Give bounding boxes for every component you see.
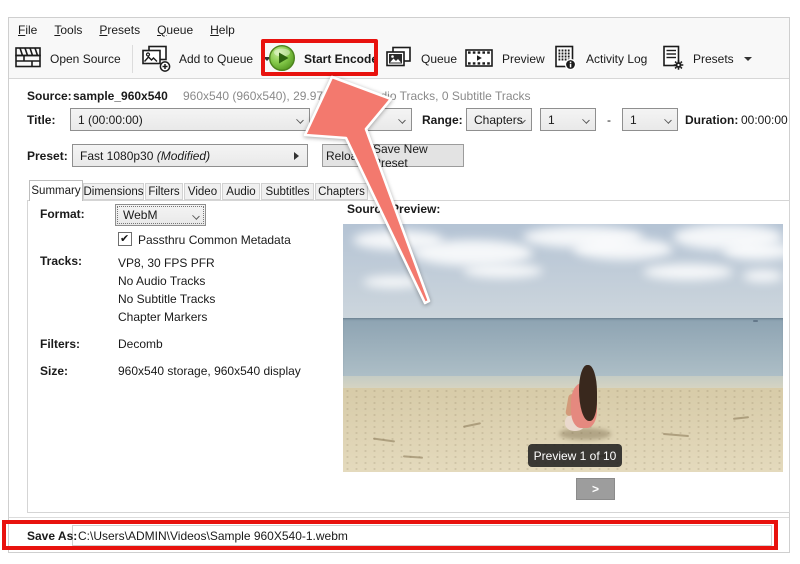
title-value: 1 (00:00:00) (78, 113, 143, 127)
save-new-preset-button[interactable]: Save New Preset (372, 144, 464, 167)
person-hair (579, 365, 597, 421)
open-source-label: Open Source (50, 52, 121, 66)
format-label: Format: (40, 207, 85, 221)
range-start-value: 1 (548, 113, 555, 127)
tab-video[interactable]: Video (184, 183, 221, 200)
passthru-metadata-label: Passthru Common Metadata (138, 233, 291, 247)
range-separator: - (607, 113, 611, 127)
track-line: No Audio Tracks (118, 272, 215, 290)
chevron-down-icon (398, 116, 406, 124)
menu-queue[interactable]: Queue (157, 23, 193, 37)
queue-icon (384, 45, 413, 74)
presets-button[interactable]: Presets (660, 42, 752, 76)
chevron-down-icon (582, 116, 590, 124)
reload-button[interactable]: Reload (322, 144, 368, 167)
activity-log-icon (553, 44, 578, 74)
title-select[interactable]: 1 (00:00:00) (70, 108, 310, 131)
menu-tools[interactable]: Tools (54, 23, 82, 37)
menu-presets[interactable]: Presets (99, 23, 140, 37)
activity-log-button[interactable]: Activity Log (553, 42, 647, 76)
angle-select[interactable] (352, 108, 412, 131)
add-to-queue-button[interactable]: Add to Queue (140, 42, 271, 76)
highlight-box-save-as (2, 520, 778, 550)
presets-gear-icon (660, 44, 685, 74)
add-to-queue-label: Add to Queue (179, 52, 253, 66)
range-end-value: 1 (630, 113, 637, 127)
person-shadow (559, 428, 611, 440)
preset-modified-flag: (Modified) (157, 149, 210, 163)
add-to-queue-icon (140, 44, 171, 75)
tab-chapters[interactable]: Chapters (315, 183, 368, 200)
preview-label: Preview (502, 52, 545, 66)
title-label: Title: (27, 113, 55, 127)
distant-swimmer (753, 320, 758, 322)
preview-count-badge: Preview 1 of 10 (528, 444, 622, 467)
reload-label: Reload (326, 149, 364, 163)
range-start-select[interactable]: 1 (540, 108, 596, 131)
duration-label: Duration: (685, 113, 738, 127)
open-source-button[interactable]: Open Source (14, 42, 121, 76)
tab-audio[interactable]: Audio (222, 183, 260, 200)
tracks-list: VP8, 30 FPS PFR No Audio Tracks No Subti… (118, 254, 215, 326)
format-value: WebM (123, 208, 157, 222)
chevron-down-icon (296, 116, 304, 124)
filters-label: Filters: (40, 337, 80, 351)
next-preview-button[interactable]: > (576, 478, 615, 500)
tab-subtitles[interactable]: Subtitles (261, 183, 314, 200)
range-label: Range: (422, 113, 463, 127)
range-type-value: Chapters (474, 113, 523, 127)
preview-filmstrip-icon (464, 46, 494, 73)
range-type-select[interactable]: Chapters (466, 108, 532, 131)
toolbar-separator (132, 45, 133, 73)
chevron-down-icon (744, 57, 752, 61)
clapperboard-icon (14, 45, 42, 73)
chevron-down-icon (192, 212, 200, 220)
chevron-right-icon (294, 152, 299, 160)
queue-button[interactable]: Queue (384, 42, 457, 76)
chevron-down-icon (664, 116, 672, 124)
menu-file[interactable]: File (18, 23, 37, 37)
tracks-label: Tracks: (40, 254, 82, 268)
activity-log-label: Activity Log (586, 52, 647, 66)
source-preview-label: Source Preview: (347, 202, 440, 216)
size-value: 960x540 storage, 960x540 display (118, 364, 301, 378)
source-label: Source: (27, 89, 72, 103)
preset-select[interactable]: Fast 1080p30 (Modified) (72, 144, 308, 167)
bottom-divider (9, 517, 789, 518)
save-new-preset-label: Save New Preset (373, 142, 463, 170)
queue-label: Queue (421, 52, 457, 66)
duration-value: 00:00:00 (741, 113, 788, 127)
track-line: VP8, 30 FPS PFR (118, 254, 215, 272)
angle-label: Angle: (318, 113, 355, 127)
menu-bar: File Tools Presets Queue Help (18, 22, 235, 38)
tab-dimensions[interactable]: Dimensions (83, 183, 144, 200)
source-preview-image: Preview 1 of 10 (343, 224, 783, 472)
filters-value: Decomb (118, 337, 163, 351)
track-line: Chapter Markers (118, 308, 215, 326)
presets-label: Presets (693, 52, 734, 66)
range-end-select[interactable]: 1 (622, 108, 678, 131)
tab-summary[interactable]: Summary (29, 180, 83, 201)
preset-value: Fast 1080p30 (80, 149, 153, 163)
passthru-metadata-checkbox[interactable] (118, 232, 132, 246)
source-name: sample_960x540 (73, 89, 168, 103)
track-line: No Subtitle Tracks (118, 290, 215, 308)
format-select[interactable]: WebM (115, 204, 206, 226)
preview-button[interactable]: Preview (464, 42, 545, 76)
preset-label: Preset: (27, 149, 68, 163)
highlight-box-start-encode (261, 39, 378, 76)
menu-help[interactable]: Help (210, 23, 235, 37)
tab-filters[interactable]: Filters (145, 183, 183, 200)
ocean (343, 318, 783, 378)
size-label: Size: (40, 364, 68, 378)
save-as-label: Save As: (27, 529, 77, 543)
source-details: 960x540 (960x540), 29.97 FPS, 0 Audio Tr… (183, 89, 531, 103)
